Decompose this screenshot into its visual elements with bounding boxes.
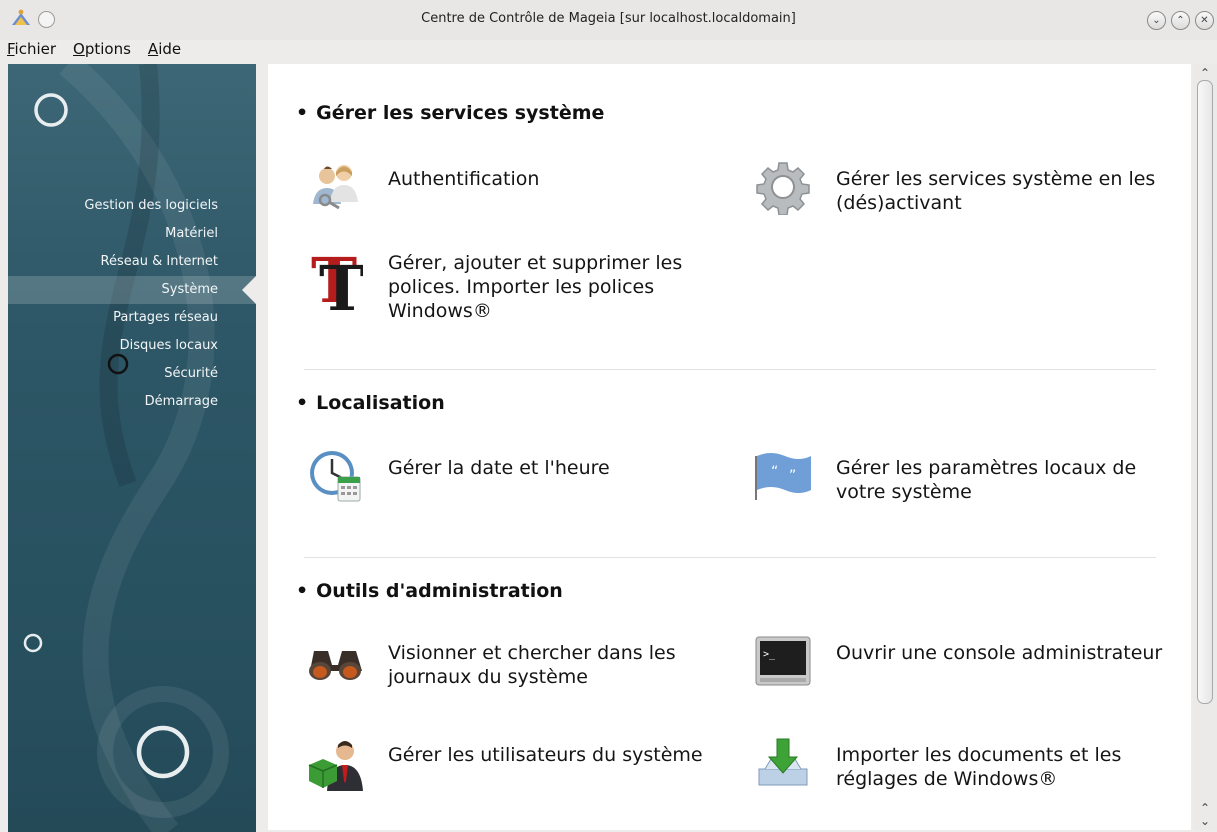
- sidebar-item-systeme[interactable]: Système: [8, 276, 256, 304]
- close-button[interactable]: ✕: [1195, 11, 1214, 30]
- item-services[interactable]: Gérer les services système en les (dés)a…: [752, 156, 1166, 218]
- minimize-button[interactable]: ⌄: [1147, 11, 1166, 30]
- item-date-heure[interactable]: Gérer la date et l'heure: [304, 445, 718, 507]
- mnemonic-f: F: [7, 40, 15, 58]
- section-title-text: Localisation: [316, 392, 445, 414]
- svg-text:”: ”: [789, 468, 796, 484]
- section-title-text: Outils d'administration: [316, 580, 563, 602]
- sidebar-item-gestion-des-logiciels[interactable]: Gestion des logiciels: [8, 192, 256, 220]
- section-title-outils: • Outils d'administration: [296, 580, 563, 602]
- menu-fichier[interactable]: Fichier: [0, 38, 62, 60]
- sidebar-item-materiel[interactable]: Matériel: [8, 220, 256, 248]
- maximize-button[interactable]: ⌃: [1171, 11, 1190, 30]
- bullet: •: [296, 580, 309, 602]
- flag-icon: “ ”: [752, 445, 814, 507]
- window: Centre de Contrôle de Mageia [sur localh…: [0, 0, 1217, 832]
- item-label: Gérer la date et l'heure: [388, 457, 610, 479]
- scroll-up-icon[interactable]: ⌃: [1193, 66, 1217, 80]
- sidebar-nav: Gestion des logiciels Matériel Réseau & …: [8, 192, 256, 416]
- svg-text:>_: >_: [763, 649, 776, 660]
- binoculars-icon: [304, 630, 366, 692]
- gear-icon: [752, 156, 814, 218]
- item-journaux[interactable]: Visionner et chercher dans les journaux …: [304, 630, 718, 692]
- item-label: Gérer les paramètres locaux de votre sys…: [836, 457, 1137, 503]
- item-label: Gérer, ajouter et supprimer les polices.…: [388, 252, 683, 322]
- scrollbar-thumb[interactable]: [1197, 80, 1213, 704]
- item-label: Gérer les utilisateurs du système: [388, 744, 703, 766]
- font-icon: T T: [304, 240, 366, 316]
- section-divider: [304, 369, 1156, 370]
- item-label: Authentification: [388, 168, 540, 190]
- mnemonic-o: O: [73, 40, 85, 58]
- scroll-down-icon[interactable]: ⌃ ⌄: [1193, 802, 1217, 828]
- vertical-scrollbar[interactable]: ⌃ ⌃ ⌄: [1193, 64, 1217, 830]
- section-title-services: • Gérer les services système: [296, 102, 604, 124]
- bullet: •: [296, 392, 309, 414]
- bullet: •: [296, 102, 309, 124]
- title-bar[interactable]: Centre de Contrôle de Mageia [sur localh…: [0, 0, 1217, 40]
- section-title-text: Gérer les services système: [316, 102, 605, 124]
- menu-fichier-rest: ichier: [14, 40, 57, 58]
- item-utilisateurs[interactable]: Gérer les utilisateurs du système: [304, 732, 718, 794]
- content-panel: • Gérer les services système Authentifica…: [268, 64, 1191, 830]
- item-label: Visionner et chercher dans les journaux …: [388, 642, 676, 688]
- item-import-windows[interactable]: Importer les documents et les réglages d…: [752, 732, 1166, 794]
- clock-calendar-icon: [304, 445, 366, 507]
- svg-text:“: “: [771, 464, 778, 480]
- item-label: Ouvrir une console administrateur: [836, 642, 1163, 664]
- item-parametres-locaux[interactable]: “ ” Gérer les paramètres locaux de votre…: [752, 445, 1166, 507]
- menu-bar: Fichier Options Aide: [0, 38, 191, 60]
- sidebar-item-demarrage[interactable]: Démarrage: [8, 388, 256, 416]
- item-authentification[interactable]: Authentification: [304, 156, 718, 218]
- window-title: Centre de Contrôle de Mageia [sur localh…: [421, 11, 796, 26]
- svg-text:T: T: [319, 252, 363, 314]
- sidebar-item-securite[interactable]: Sécurité: [8, 360, 256, 388]
- user-cube-icon: [304, 732, 366, 794]
- section-title-localisation: • Localisation: [296, 392, 445, 414]
- terminal-icon: >_: [752, 630, 814, 692]
- menu-aide[interactable]: Aide: [141, 38, 187, 60]
- sidebar: Gestion des logiciels Matériel Réseau & …: [8, 64, 256, 832]
- sidebar-item-partages-reseau[interactable]: Partages réseau: [8, 304, 256, 332]
- users-key-icon: [304, 156, 366, 218]
- sidebar-decoration: [23, 64, 229, 832]
- mnemonic-a: A: [147, 40, 159, 58]
- item-console[interactable]: >_ Ouvrir une console administrateur: [752, 630, 1166, 692]
- sidebar-item-reseau-internet[interactable]: Réseau & Internet: [8, 248, 256, 276]
- sidebar-item-disques-locaux[interactable]: Disques locaux: [8, 332, 256, 360]
- download-tray-icon: [752, 732, 814, 794]
- menu-options[interactable]: Options: [66, 38, 137, 60]
- item-polices[interactable]: T T Gérer, ajouter et supprimer les poli…: [304, 240, 718, 323]
- item-label: Gérer les services système en les (dés)a…: [836, 168, 1156, 214]
- menu-aide-rest: ide: [158, 40, 182, 58]
- item-label: Importer les documents et les réglages d…: [836, 744, 1122, 790]
- section-divider: [304, 557, 1156, 558]
- menu-options-rest: ptions: [84, 40, 131, 58]
